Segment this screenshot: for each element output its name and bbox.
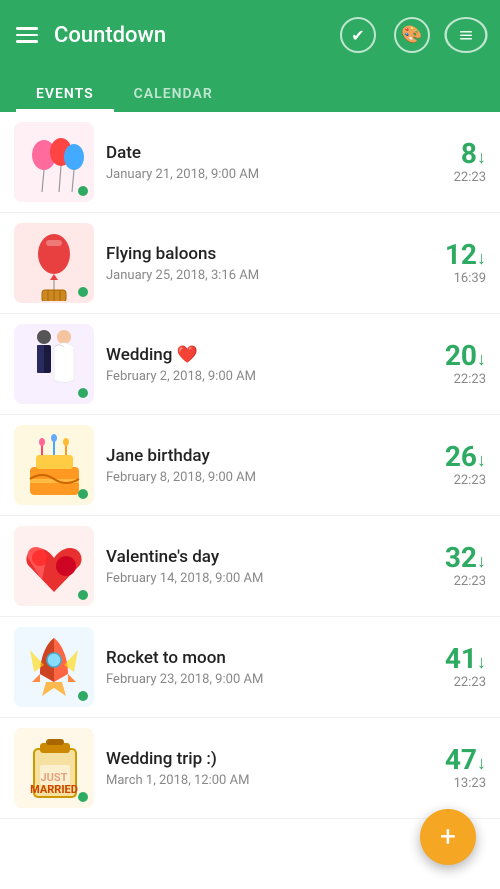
event-info: Date January 21, 2018, 9:00 AM [94, 143, 416, 182]
countdown-days: 26↓ [416, 443, 486, 471]
hamburger-menu-icon[interactable] [16, 27, 38, 43]
list-item[interactable]: JUST MARRIED Wedding trip :) March 1, 20… [0, 718, 500, 819]
event-thumbnail [14, 425, 94, 505]
list-item[interactable]: Date January 21, 2018, 9:00 AM 8↓ 22:23 [0, 112, 500, 213]
countdown-time: 22:23 [416, 675, 486, 690]
event-countdown: 12↓ 16:39 [416, 241, 486, 286]
countdown-time: 22:23 [416, 372, 486, 387]
event-dot [78, 590, 88, 600]
countdown-days: 12↓ [416, 241, 486, 269]
event-info: Wedding trip :) March 1, 2018, 12:00 AM [94, 749, 416, 788]
check-icon[interactable]: ✔ [340, 17, 376, 53]
event-name: Rocket to moon [106, 648, 404, 668]
countdown-time: 13:23 [416, 776, 486, 791]
countdown-days: 32↓ [416, 544, 486, 572]
event-info: Flying baloons January 25, 2018, 3:16 AM [94, 244, 416, 283]
event-countdown: 32↓ 22:23 [416, 544, 486, 589]
add-event-button[interactable]: + [420, 809, 476, 865]
event-dot [78, 186, 88, 196]
list-item[interactable]: Jane birthday February 8, 2018, 9:00 AM … [0, 415, 500, 516]
event-date: February 14, 2018, 9:00 AM [106, 571, 404, 586]
tab-events[interactable]: EVENTS [16, 76, 114, 112]
countdown-time: 22:23 [416, 574, 486, 589]
event-thumbnail [14, 627, 94, 707]
event-name: Flying baloons [106, 244, 404, 264]
event-dot [78, 287, 88, 297]
event-name: Valentine's day [106, 547, 404, 567]
header-top: Countdown ✔ 🎨 ≡ [16, 0, 484, 70]
event-info: Jane birthday February 8, 2018, 9:00 AM [94, 446, 416, 485]
event-thumbnail [14, 526, 94, 606]
list-item[interactable]: Flying baloons January 25, 2018, 3:16 AM… [0, 213, 500, 314]
event-thumbnail [14, 223, 94, 303]
event-date: January 25, 2018, 3:16 AM [106, 268, 404, 283]
app-title: Countdown [54, 23, 324, 48]
countdown-days: 8↓ [416, 140, 486, 168]
event-dot [78, 489, 88, 499]
event-date: January 21, 2018, 9:00 AM [106, 167, 404, 182]
event-info: Wedding ❤️ February 2, 2018, 9:00 AM [94, 345, 416, 384]
countdown-time: 22:23 [416, 473, 486, 488]
event-name: Date [106, 143, 404, 163]
countdown-time: 22:23 [416, 170, 486, 185]
event-countdown: 47↓ 13:23 [416, 746, 486, 791]
list-item[interactable]: Wedding ❤️ February 2, 2018, 9:00 AM 20↓… [0, 314, 500, 415]
header: Countdown ✔ 🎨 ≡ EVENTS CALENDAR [0, 0, 500, 112]
event-date: February 8, 2018, 9:00 AM [106, 470, 404, 485]
event-name: Wedding ❤️ [106, 345, 404, 365]
event-countdown: 8↓ 22:23 [416, 140, 486, 185]
tab-calendar[interactable]: CALENDAR [114, 76, 233, 112]
countdown-time: 16:39 [416, 271, 486, 286]
palette-icon[interactable]: 🎨 [394, 17, 430, 53]
event-date: February 23, 2018, 9:00 AM [106, 672, 404, 687]
event-dot [78, 388, 88, 398]
list-item[interactable]: Rocket to moon February 23, 2018, 9:00 A… [0, 617, 500, 718]
event-date: February 2, 2018, 9:00 AM [106, 369, 404, 384]
event-countdown: 41↓ 22:23 [416, 645, 486, 690]
countdown-days: 20↓ [416, 342, 486, 370]
event-info: Rocket to moon February 23, 2018, 9:00 A… [94, 648, 416, 687]
tabs: EVENTS CALENDAR [16, 70, 484, 112]
event-thumbnail: JUST MARRIED [14, 728, 94, 808]
event-thumbnail [14, 324, 94, 404]
sort-icon[interactable]: ≡ [444, 17, 487, 53]
countdown-days: 41↓ [416, 645, 486, 673]
event-name: Jane birthday [106, 446, 404, 466]
header-actions: ✔ 🎨 ≡ [340, 17, 484, 53]
list-item[interactable]: Valentine's day February 14, 2018, 9:00 … [0, 516, 500, 617]
event-dot [78, 792, 88, 802]
event-countdown: 20↓ 22:23 [416, 342, 486, 387]
event-dot [78, 691, 88, 701]
event-list: Date January 21, 2018, 9:00 AM 8↓ 22:23 … [0, 112, 500, 889]
event-thumbnail [14, 122, 94, 202]
event-date: March 1, 2018, 12:00 AM [106, 773, 404, 788]
event-name: Wedding trip :) [106, 749, 404, 769]
event-countdown: 26↓ 22:23 [416, 443, 486, 488]
event-info: Valentine's day February 14, 2018, 9:00 … [94, 547, 416, 586]
countdown-days: 47↓ [416, 746, 486, 774]
